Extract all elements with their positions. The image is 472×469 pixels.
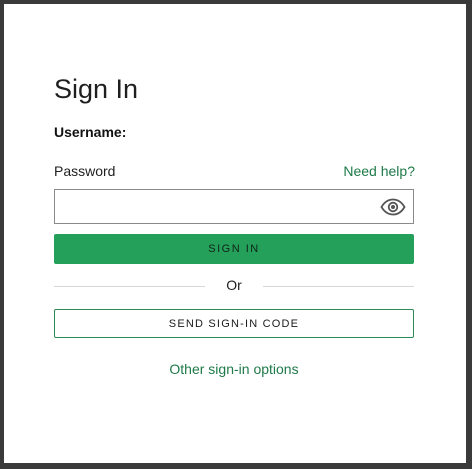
password-label: Password <box>54 163 116 179</box>
divider-text: Or <box>226 277 242 293</box>
send-sign-in-code-button[interactable]: SEND SIGN-IN CODE <box>54 309 414 338</box>
password-field <box>54 189 414 224</box>
eye-icon <box>380 198 406 216</box>
divider-line-right <box>263 286 414 287</box>
other-sign-in-options-link[interactable]: Other sign-in options <box>54 361 414 377</box>
or-divider: Or <box>54 276 414 294</box>
sign-in-card: Sign In Username: Password Need help? SI… <box>4 4 466 463</box>
username-label: Username: <box>54 124 127 140</box>
password-input[interactable] <box>55 190 375 223</box>
need-help-link[interactable]: Need help? <box>343 163 415 179</box>
sign-in-button[interactable]: SIGN IN <box>54 234 414 264</box>
page-title: Sign In <box>54 74 139 104</box>
show-password-button[interactable] <box>379 196 407 218</box>
